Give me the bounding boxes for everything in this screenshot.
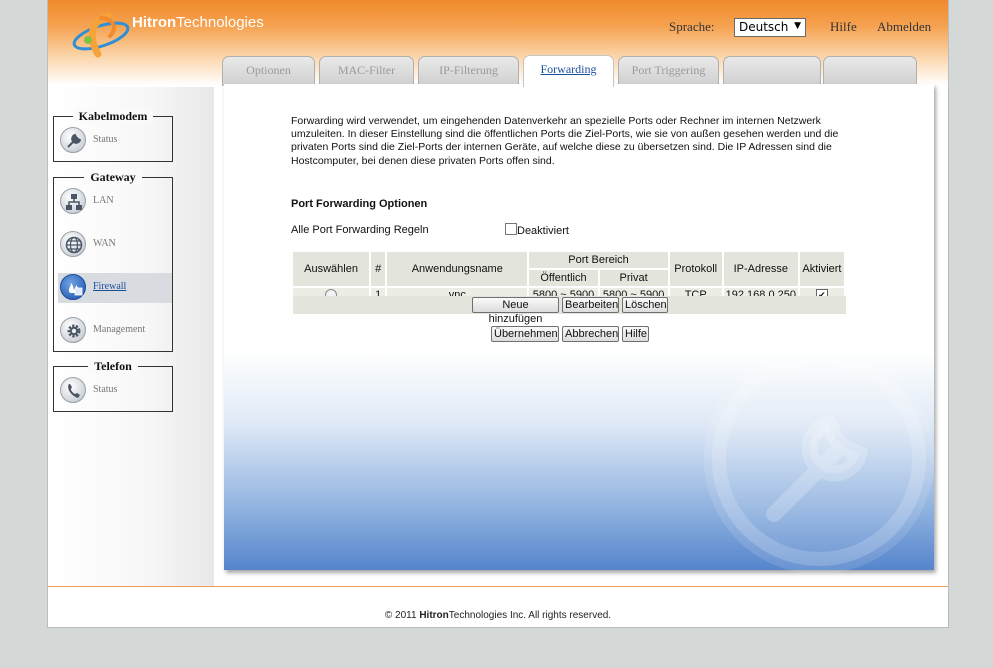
- sidebar-group-title: Telefon: [54, 359, 172, 374]
- sidebar-item-label: WAN: [93, 238, 116, 249]
- sidebar-item-label: LAN: [93, 195, 114, 206]
- add-new-button[interactable]: Neue hinzufügen: [472, 297, 559, 325]
- sidebar-item-label: Management: [93, 324, 146, 335]
- disable-all-label: Deaktiviert: [517, 225, 569, 237]
- col-port-range: Port Bereich: [529, 252, 668, 268]
- footer-brand-bold: Hitron: [419, 610, 449, 621]
- copyright-suffix: Inc. All rights reserved.: [509, 610, 612, 621]
- tab-empty-2: [823, 56, 917, 86]
- firewall-icon: [60, 274, 86, 300]
- edit-button[interactable]: Bearbeiten: [562, 297, 619, 313]
- sidebar-item-wan[interactable]: WAN: [58, 230, 172, 260]
- sidebar: Kabelmodem Status Gateway LAN WAN Firewa…: [48, 87, 214, 587]
- sidebar-group-title: Gateway: [54, 170, 172, 185]
- col-protocol: Protokoll: [669, 252, 722, 286]
- sidebar-item-label: Firewall: [93, 281, 127, 292]
- col-public: Öffentlich: [529, 270, 598, 286]
- table-header-row: Auswählen # Anwendungsname Port Bereich …: [293, 252, 844, 286]
- language-value: Deutsch: [739, 20, 789, 34]
- sidebar-group-telephone: Telefon Status: [53, 359, 173, 412]
- watermark-wrench-icon: [704, 344, 934, 574]
- language-label: Sprache:: [669, 19, 715, 34]
- help-link[interactable]: Hilfe: [830, 19, 857, 35]
- language-select[interactable]: Deutsch ▼: [734, 18, 806, 37]
- page-frame: HitronTechnologies Sprache: Deutsch ▼ Hi…: [47, 0, 949, 628]
- sidebar-item-phone-status[interactable]: Status: [58, 376, 172, 406]
- logo-text: HitronTechnologies: [132, 14, 264, 31]
- sidebar-group-title: Kabelmodem: [54, 109, 172, 124]
- cancel-button[interactable]: Abbrechen: [562, 326, 619, 342]
- logout-link[interactable]: Abmelden: [877, 19, 931, 35]
- apply-button[interactable]: Übernehmen: [491, 326, 559, 342]
- col-enabled: Aktiviert: [799, 252, 844, 286]
- section-title: Port Forwarding Optionen: [291, 198, 428, 210]
- phone-icon: [60, 377, 86, 403]
- sidebar-item-cable-status[interactable]: Status: [58, 126, 172, 156]
- tab-ip-filtering[interactable]: IP-Filterung: [418, 56, 519, 86]
- footer-brand-light: Technologies: [448, 610, 508, 621]
- col-select: Auswählen: [293, 252, 370, 286]
- intro-text: Forwarding wird verwendet, um eingehende…: [291, 115, 839, 167]
- sidebar-item-firewall[interactable]: Firewall: [58, 273, 172, 303]
- tab-options[interactable]: Optionen: [222, 56, 315, 86]
- tab-mac-filter[interactable]: MAC-Filter: [319, 56, 414, 86]
- tab-empty-1: [723, 56, 821, 86]
- footer: © 2011 HitronTechnologies Inc. All right…: [48, 610, 948, 621]
- copyright-prefix: © 2011: [384, 610, 417, 621]
- tab-forwarding[interactable]: Forwarding: [523, 55, 614, 87]
- sidebar-item-label: Status: [93, 134, 118, 145]
- wrench-icon: [60, 127, 86, 153]
- help-button[interactable]: Hilfe: [622, 326, 649, 342]
- col-num: #: [371, 252, 386, 286]
- col-private: Privat: [599, 270, 668, 286]
- disable-all-checkbox[interactable]: [505, 223, 517, 235]
- dropdown-arrow-icon: ▼: [794, 21, 801, 31]
- col-app-name: Anwendungsname: [387, 252, 528, 286]
- lan-icon: [60, 188, 86, 214]
- sidebar-item-label: Status: [93, 384, 118, 395]
- sidebar-group-cable-modem: Kabelmodem Status: [53, 109, 173, 162]
- all-rules-label: Alle Port Forwarding Regeln: [291, 224, 429, 236]
- hitron-logo-icon: [72, 12, 130, 58]
- sidebar-item-lan[interactable]: LAN: [58, 187, 172, 217]
- content-panel: Forwarding wird verwendet, um eingehende…: [224, 84, 934, 574]
- globe-icon: [60, 231, 86, 257]
- tab-port-triggering[interactable]: Port Triggering: [618, 56, 719, 86]
- sidebar-group-gateway: Gateway LAN WAN Firewall Management: [53, 170, 173, 352]
- delete-button[interactable]: Löschen: [622, 297, 668, 313]
- sidebar-item-management[interactable]: Management: [58, 316, 172, 346]
- footer-divider: [48, 586, 948, 587]
- col-ip: IP-Adresse: [723, 252, 798, 286]
- gear-icon: [60, 317, 86, 343]
